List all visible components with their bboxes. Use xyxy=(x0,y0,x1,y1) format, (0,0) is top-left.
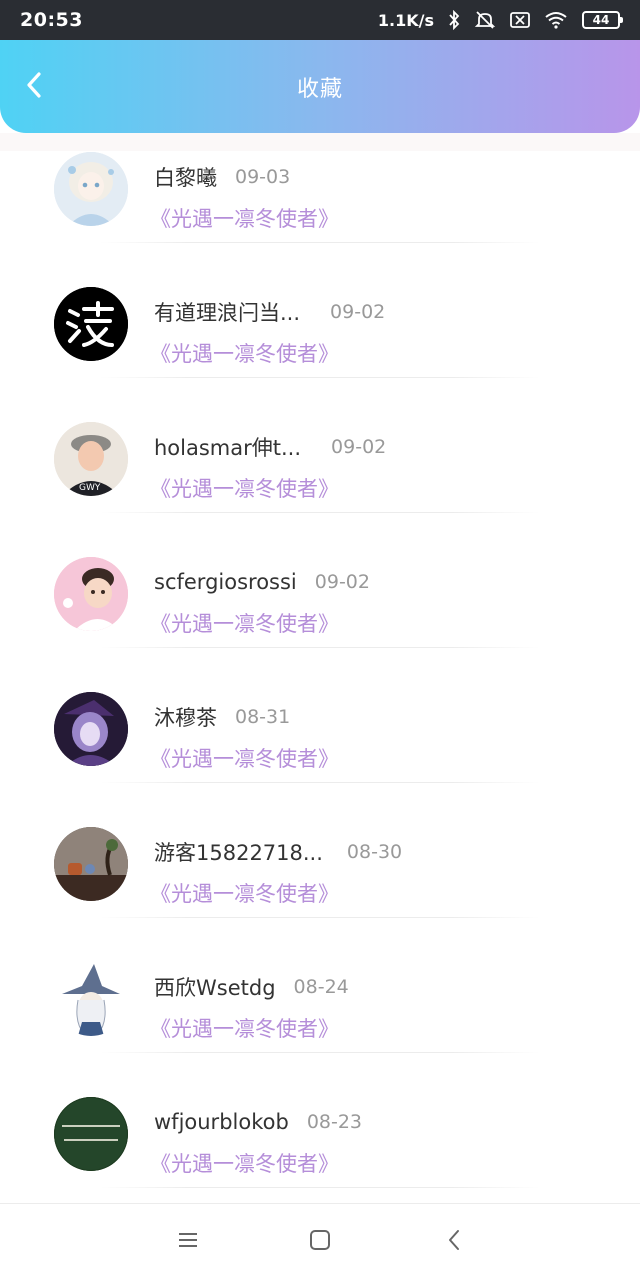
network-speed: 1.1K/s xyxy=(377,10,434,30)
name-row: 白黎曦 09-03 xyxy=(154,162,290,192)
list-top-shade xyxy=(0,133,640,151)
date-label: 08-31 xyxy=(235,706,291,728)
purple-witch-avatar xyxy=(54,692,128,766)
baby-avatar xyxy=(54,557,128,631)
menu-button[interactable] xyxy=(168,1222,208,1262)
user-name: 白黎曦 xyxy=(154,166,217,190)
list-item[interactable]: GWY holasmar伸t... 09-02 《光遇一凛冬使者》 xyxy=(0,378,640,513)
list-item[interactable]: wfjourblokob 08-23 《光遇一凛冬使者》 xyxy=(0,1053,640,1188)
page-title: 收藏 xyxy=(296,76,343,102)
work-title[interactable]: 《光遇一凛冬使者》 xyxy=(150,608,339,638)
anime-girl-avatar xyxy=(54,152,128,226)
user-name: 游客15822718... xyxy=(154,841,323,865)
name-row: wfjourblokob 08-23 xyxy=(154,1107,362,1137)
name-row: 游客15822718... 08-30 xyxy=(154,837,402,867)
list-item[interactable]: scfergiosrossi 09-02 《光遇一凛冬使者》 xyxy=(0,513,640,648)
favorites-list: 白黎曦 09-03 《光遇一凛冬使者》 有道理浪闩当... 09-02 《光遇一… xyxy=(0,133,640,1203)
date-label: 09-02 xyxy=(331,436,387,458)
home-button[interactable] xyxy=(300,1222,340,1262)
user-name: 有道理浪闩当... xyxy=(154,301,301,325)
status-time: 20:53 xyxy=(20,9,83,31)
name-row: 有道理浪闩当... 09-02 xyxy=(154,297,385,327)
work-title[interactable]: 《光遇一凛冬使者》 xyxy=(150,1148,339,1178)
battery-icon: 44 xyxy=(582,11,623,29)
header: 收藏 xyxy=(0,40,640,133)
name-row: 西欣Wsetdg 08-24 xyxy=(154,972,349,1002)
user-name: scfergiosrossi xyxy=(154,570,297,594)
user-name: wfjourblokob xyxy=(154,1110,289,1134)
user-name: holasmar伸t... xyxy=(154,436,302,460)
list-item[interactable]: 西欣Wsetdg 08-24 《光遇一凛冬使者》 xyxy=(0,918,640,1053)
name-row: holasmar伸t... 09-02 xyxy=(154,432,386,462)
user-name: 沐穆茶 xyxy=(154,706,217,730)
user-name: 西欣Wsetdg xyxy=(154,976,276,1000)
back-button[interactable] xyxy=(18,67,50,107)
system-nav-bar xyxy=(0,1203,640,1280)
mute-icon xyxy=(474,10,496,30)
back-arrow-icon xyxy=(447,1229,461,1255)
person-cap-avatar: GWY xyxy=(54,422,128,496)
name-row: 沐穆茶 08-31 xyxy=(154,702,290,732)
date-label: 09-03 xyxy=(235,166,291,188)
work-title[interactable]: 《光遇一凛冬使者》 xyxy=(150,338,339,368)
work-title[interactable]: 《光遇一凛冬使者》 xyxy=(150,743,339,773)
glyph-avatar xyxy=(54,287,128,361)
date-label: 08-30 xyxy=(346,841,403,863)
date-label: 09-02 xyxy=(314,571,370,593)
battery-level: 44 xyxy=(592,13,610,27)
divider xyxy=(100,1187,540,1188)
work-title[interactable]: 《光遇一凛冬使者》 xyxy=(150,878,339,908)
sim-x-icon xyxy=(510,11,530,29)
work-title[interactable]: 《光遇一凛冬使者》 xyxy=(150,473,339,503)
green-text-avatar xyxy=(54,1097,128,1171)
menu-icon xyxy=(177,1231,199,1253)
list-item[interactable]: 有道理浪闩当... 09-02 《光遇一凛冬使者》 xyxy=(0,243,640,378)
status-bar: 20:53 1.1K/s 44 xyxy=(0,0,640,40)
wizard-avatar xyxy=(54,962,128,1036)
work-title[interactable]: 《光遇一凛冬使者》 xyxy=(150,1013,339,1043)
tea-scene-avatar xyxy=(54,827,128,901)
chevron-left-icon xyxy=(25,71,43,103)
date-label: 08-23 xyxy=(306,1111,363,1133)
date-label: 09-02 xyxy=(330,301,386,323)
system-back-button[interactable] xyxy=(434,1222,474,1262)
status-indicators: 1.1K/s 44 xyxy=(377,10,623,30)
name-row: scfergiosrossi 09-02 xyxy=(154,567,370,597)
svg-text:GWY: GWY xyxy=(79,483,101,493)
work-title[interactable]: 《光遇一凛冬使者》 xyxy=(150,203,339,233)
home-square-icon xyxy=(309,1229,331,1255)
list-item[interactable]: 沐穆茶 08-31 《光遇一凛冬使者》 xyxy=(0,648,640,783)
bluetooth-icon xyxy=(448,10,460,30)
date-label: 08-24 xyxy=(293,976,349,998)
list-item[interactable]: 游客15822718... 08-30 《光遇一凛冬使者》 xyxy=(0,783,640,918)
wifi-icon xyxy=(544,11,568,29)
